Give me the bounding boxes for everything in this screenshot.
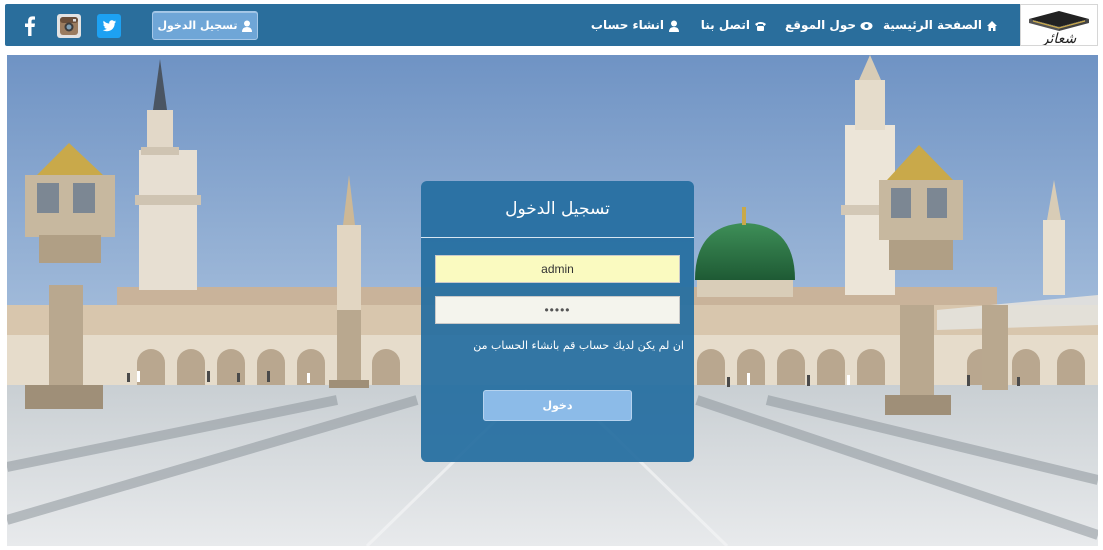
nav-contact-label: اتصل بنا bbox=[700, 18, 750, 32]
user-icon bbox=[669, 20, 679, 32]
username-input[interactable] bbox=[435, 255, 680, 283]
home-icon bbox=[987, 20, 997, 31]
user-icon bbox=[241, 20, 252, 32]
kaaba-logo-icon: شعائر bbox=[1029, 11, 1089, 45]
login-divider bbox=[421, 237, 694, 238]
nav-home[interactable]: الصفحة الرئيسية bbox=[883, 4, 998, 46]
top-navbar: شعائر الصفحة الرئيسية حول الموقع اتصل بن… bbox=[5, 4, 1098, 46]
nav-login-button[interactable]: تسجيل الدخول bbox=[152, 11, 258, 40]
phone-icon bbox=[755, 21, 766, 31]
facebook-icon[interactable] bbox=[18, 14, 42, 38]
password-input[interactable] bbox=[435, 296, 680, 324]
nav-contact[interactable]: اتصل بنا bbox=[701, 4, 767, 46]
login-title: تسجيل الدخول bbox=[505, 199, 610, 219]
twitter-icon[interactable] bbox=[97, 14, 121, 38]
login-panel: تسجيل الدخول ان لم يكن لديك حساب قم بانش… bbox=[421, 181, 694, 462]
logo-text: شعائر bbox=[1040, 31, 1077, 45]
login-submit-button[interactable]: دخول bbox=[483, 390, 632, 421]
eye-icon bbox=[860, 21, 873, 30]
site-logo[interactable]: شعائر bbox=[1020, 4, 1098, 46]
nav-register[interactable]: انشاء حساب bbox=[591, 4, 680, 46]
nav-login-label: تسجيل الدخول bbox=[157, 19, 238, 32]
nav-home-label: الصفحة الرئيسية bbox=[882, 18, 982, 32]
nav-about[interactable]: حول الموقع bbox=[785, 4, 873, 46]
nav-about-label: حول الموقع bbox=[784, 18, 856, 32]
nav-register-label: انشاء حساب bbox=[590, 18, 664, 32]
instagram-icon[interactable] bbox=[57, 14, 81, 38]
register-hint-text: ان لم يكن لديك حساب قم بانشاء الحساب من bbox=[473, 339, 684, 352]
